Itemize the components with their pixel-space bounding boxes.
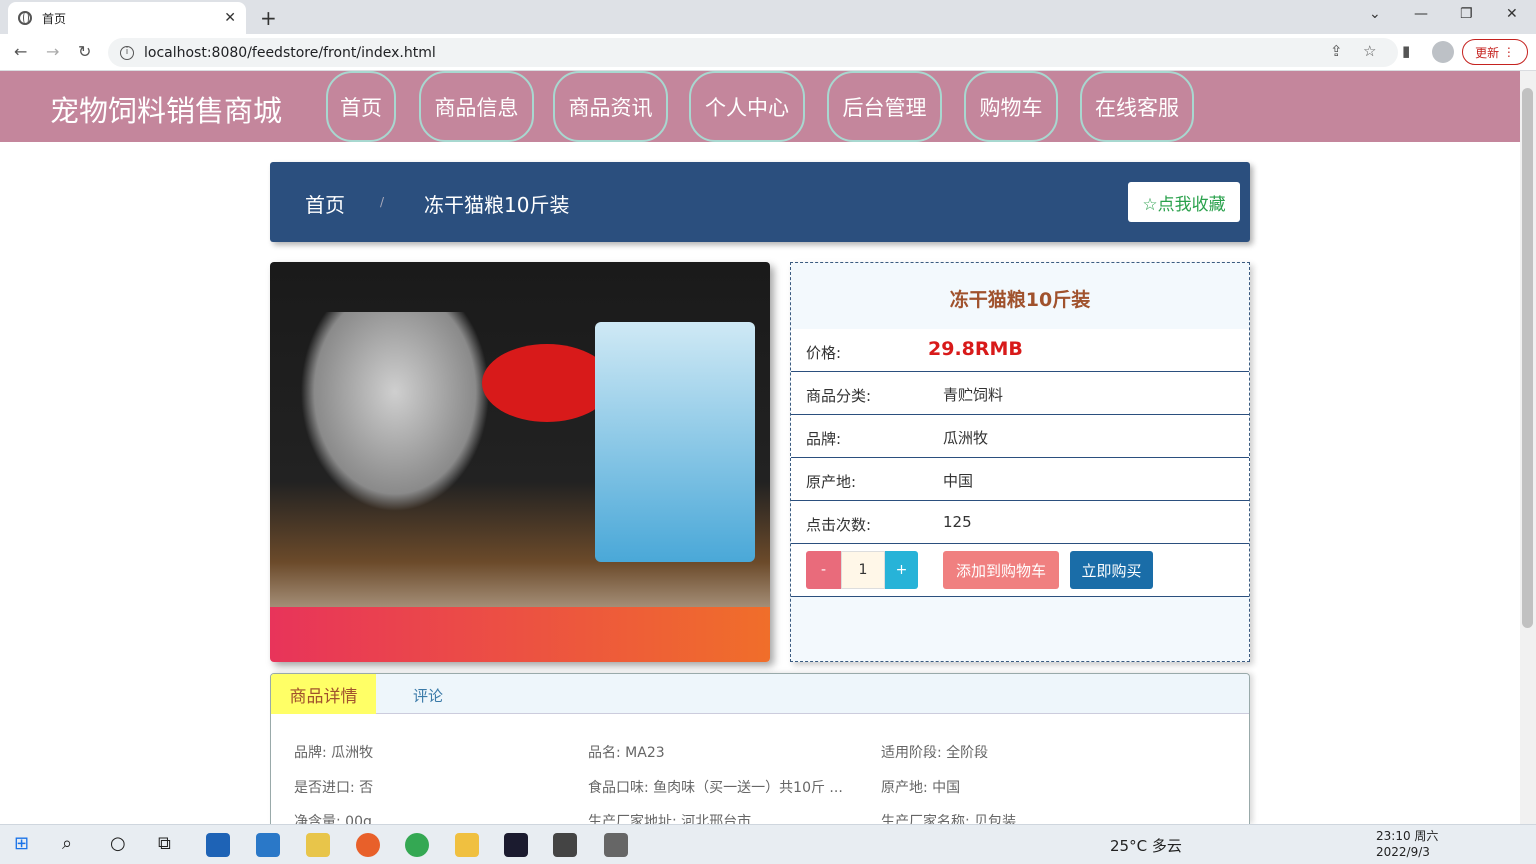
category-value: 青贮饲料: [943, 386, 1004, 404]
site-header: 宠物饲料销售商城 首页 商品信息 商品资讯 个人中心 后台管理 购物车 在线客服: [0, 71, 1520, 142]
origin-label: 原产地:: [806, 473, 857, 491]
brand-row: 品牌: 瓜洲牧: [791, 415, 1249, 458]
clicks-row: 点击次数: 125: [791, 501, 1249, 544]
product-name: 冻干猫粮10斤装: [949, 289, 1091, 311]
promo-badge: [482, 344, 612, 422]
promo-banner: [270, 607, 770, 662]
weather-text[interactable]: 25°C 多云: [1110, 835, 1182, 856]
site-info-icon[interactable]: i: [120, 45, 134, 60]
price-label: 价格:: [806, 344, 842, 362]
quantity-increase-button[interactable]: +: [885, 551, 918, 589]
mail-icon[interactable]: [256, 833, 280, 857]
nav-admin[interactable]: 后台管理: [827, 71, 942, 142]
minimize-icon[interactable]: —: [1414, 6, 1428, 22]
nav-profile[interactable]: 个人中心: [689, 71, 805, 142]
task-view-icon[interactable]: ⧉: [158, 833, 171, 854]
taskbar: ⊞ ⌕ ○ ⧉ 25°C 多云 23:10 周六 2022/9/3: [0, 824, 1536, 864]
quantity-input[interactable]: 1: [841, 551, 885, 589]
clock[interactable]: 23:10 周六 2022/9/3: [1376, 828, 1438, 860]
cortana-icon[interactable]: ○: [110, 833, 126, 854]
clock-time: 23:10 周六: [1376, 829, 1439, 843]
nav-home[interactable]: 首页: [326, 71, 396, 142]
tab-comments[interactable]: 评论: [413, 685, 443, 706]
origin-row: 原产地: 中国: [791, 458, 1249, 501]
back-icon[interactable]: ←: [14, 42, 27, 61]
update-button[interactable]: 更新 ⋮: [1462, 39, 1528, 65]
start-icon[interactable]: ⊞: [14, 833, 29, 854]
store-icon[interactable]: [206, 833, 230, 857]
folder-app-icon[interactable]: [306, 833, 330, 857]
side-panel-icon[interactable]: ▮: [1402, 42, 1410, 60]
tab-search-icon[interactable]: ⌄: [1369, 6, 1381, 22]
price-row: 价格: 29.8RMB: [791, 329, 1249, 372]
browser-tab[interactable]: 首页 ✕: [8, 2, 246, 34]
attr-stage: 适用阶段: 全阶段: [881, 745, 989, 761]
profile-avatar[interactable]: [1432, 41, 1454, 63]
app-icon[interactable]: [553, 833, 577, 857]
globe-icon: [18, 11, 32, 25]
browser-tab-bar: 首页 ✕ + ⌄ — ❐ ✕: [0, 0, 1536, 34]
attr-maker-name: 生产厂家名称: 贝包装: [881, 814, 1017, 824]
price-value: 29.8RMB: [928, 338, 1023, 360]
window-close-icon[interactable]: ✕: [1506, 6, 1518, 22]
product-info-panel: 冻干猫粮10斤装 价格: 29.8RMB 商品分类: 青贮饲料 品牌: 瓜洲牧 …: [790, 262, 1250, 662]
site-title: 宠物饲料销售商城: [50, 94, 283, 128]
detail-tabs: 商品详情 评论: [271, 674, 1249, 714]
clicks-value: 125: [943, 513, 972, 531]
address-bar: ← → ↻ i localhost:8080/feedstore/front/i…: [0, 34, 1536, 71]
url-field[interactable]: i localhost:8080/feedstore/front/index.h…: [108, 38, 1398, 67]
favorite-button[interactable]: ☆点我收藏: [1128, 182, 1240, 222]
buy-now-button[interactable]: 立即购买: [1070, 551, 1153, 589]
reload-icon[interactable]: ↻: [78, 42, 91, 61]
restore-icon[interactable]: ❐: [1460, 6, 1473, 22]
attr-net-weight: 净含量: 00g: [294, 814, 372, 824]
share-icon[interactable]: ⇪: [1330, 42, 1343, 60]
breadcrumb-current: 冻干猫粮10斤装: [424, 193, 570, 217]
search-icon[interactable]: ⌕: [62, 833, 72, 854]
nav-news[interactable]: 商品资讯: [553, 71, 668, 142]
clock-date: 2022/9/3: [1376, 845, 1430, 859]
file-explorer-icon[interactable]: [455, 833, 479, 857]
attr-flavor: 食品口味: 鱼肉味（买一送一）共10斤 ...: [588, 780, 843, 796]
brand-label: 品牌:: [806, 430, 842, 448]
forward-icon[interactable]: →: [46, 42, 59, 61]
breadcrumb: 首页 / 冻干猫粮10斤装 ☆点我收藏: [270, 162, 1250, 242]
purchase-row: - 1 + 添加到购物车 立即购买: [791, 544, 1249, 597]
attr-maker-address: 生产厂家地址: 河北邢台市: [588, 814, 752, 824]
breadcrumb-separator: /: [380, 195, 385, 209]
product-details: 商品详情 评论 品牌: 瓜洲牧 品名: MA23 适用阶段: 全阶段 是否进口:…: [270, 673, 1250, 824]
origin-value: 中国: [943, 472, 974, 490]
new-tab-icon[interactable]: +: [260, 6, 277, 30]
bookmark-star-icon[interactable]: ☆: [1363, 42, 1376, 60]
update-label: 更新: [1475, 45, 1500, 60]
attr-product-name: 品名: MA23: [588, 745, 665, 761]
breadcrumb-home[interactable]: 首页: [305, 189, 345, 218]
food-bag-photo: [595, 322, 755, 562]
cat-photo: [300, 312, 490, 512]
attr-brand: 品牌: 瓜洲牧: [294, 745, 374, 761]
chrome-icon[interactable]: [405, 833, 429, 857]
scrollbar-thumb[interactable]: [1522, 88, 1533, 628]
attr-origin: 原产地: 中国: [881, 780, 961, 796]
category-row: 商品分类: 青贮饲料: [791, 372, 1249, 415]
close-tab-icon[interactable]: ✕: [224, 10, 236, 26]
category-label: 商品分类:: [806, 387, 872, 405]
nav-support[interactable]: 在线客服: [1080, 71, 1194, 142]
product-image: [270, 262, 770, 662]
quantity-decrease-button[interactable]: -: [806, 551, 841, 589]
intellij-icon[interactable]: [504, 833, 528, 857]
attr-imported: 是否进口: 否: [294, 780, 374, 796]
firefox-icon[interactable]: [356, 833, 380, 857]
add-to-cart-button[interactable]: 添加到购物车: [943, 551, 1059, 589]
tab-details[interactable]: 商品详情: [271, 674, 376, 714]
tool-icon[interactable]: [604, 833, 628, 857]
tab-title: 首页: [42, 11, 67, 26]
nav-cart[interactable]: 购物车: [964, 71, 1058, 142]
nav-products[interactable]: 商品信息: [419, 71, 534, 142]
clicks-label: 点击次数:: [806, 516, 872, 534]
brand-value: 瓜洲牧: [943, 429, 989, 447]
url-text: localhost:8080/feedstore/front/index.htm…: [144, 44, 436, 61]
